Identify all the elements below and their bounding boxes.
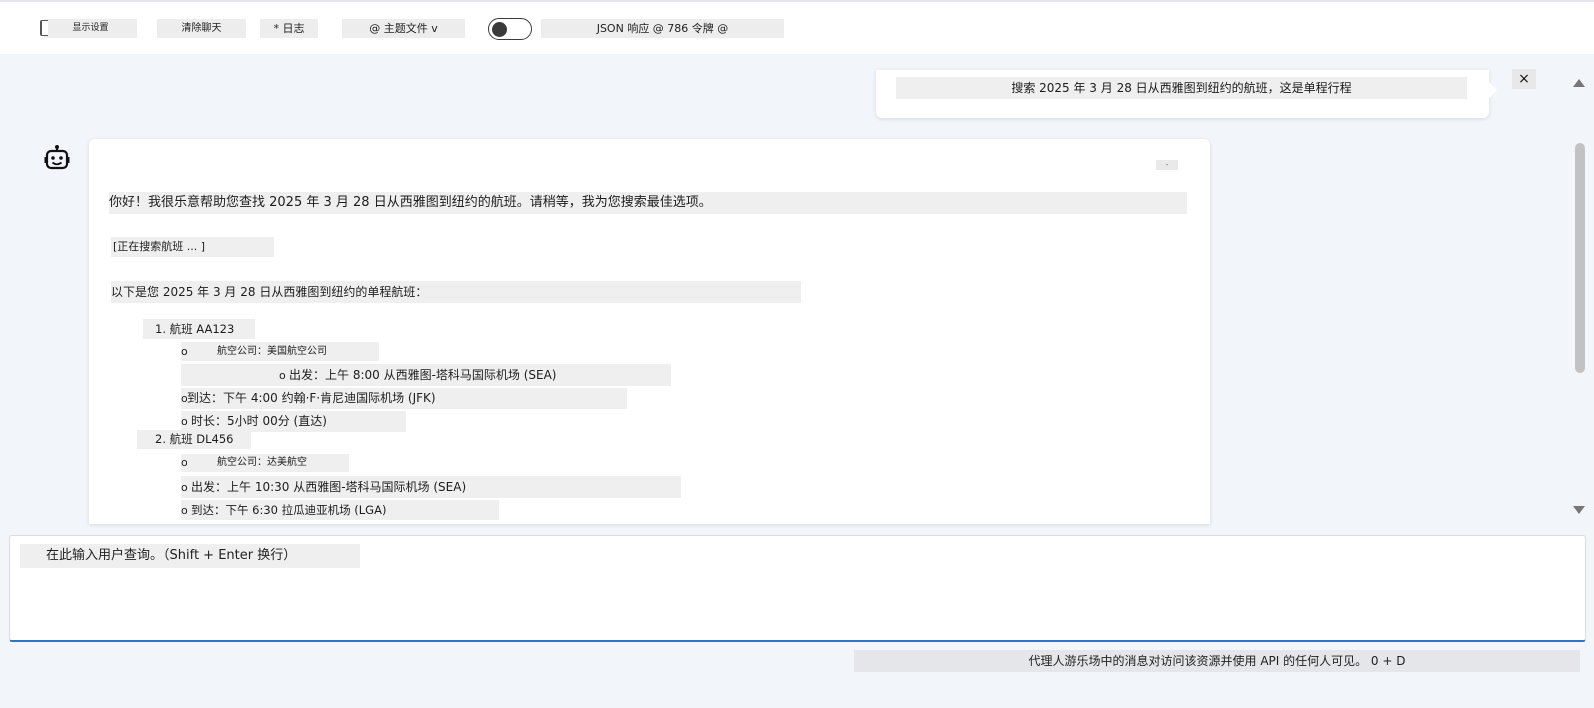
clear-chat-label: 清除聊天 bbox=[181, 23, 222, 34]
flight-1-duration: o 时长：5小时 00分 (直达) bbox=[181, 411, 406, 432]
top-toolbar: 显示设置 清除聊天 * 日志 @ 主题文件 v JSON 响应 @ 786 令牌… bbox=[0, 0, 1594, 54]
bullet-icon: o bbox=[181, 481, 188, 494]
flight-2-airline: o 航空公司：达美航空 bbox=[181, 454, 349, 472]
log-button[interactable]: * 日志 bbox=[260, 19, 318, 38]
flight-1-airline-text: 航空公司：美国航空公司 bbox=[217, 346, 327, 357]
user-message-text: 搜索 2025 年 3 月 28 日从西雅图到纽约的航班，这是单程行程 bbox=[896, 77, 1467, 99]
flight-1-duration-text: 时长：5小时 00分 (直达) bbox=[191, 414, 327, 428]
flight-1-title: 1. 航班 AA123 bbox=[143, 319, 255, 339]
flight-1-departure-text: 出发：上午 8:00 从西雅图-塔科马国际机场 (SEA) bbox=[289, 368, 557, 382]
flight-2-departure: o 出发：上午 10:30 从西雅图-塔科马国际机场 (SEA) bbox=[181, 476, 681, 498]
flight-1-airline: o 航空公司：美国航空公司 bbox=[181, 342, 379, 361]
assistant-message-card: - 你好！我很乐意帮助您查找 2025 年 3 月 28 日从西雅图到纽约的航班… bbox=[89, 139, 1210, 524]
bullet-icon: o bbox=[279, 369, 286, 382]
clear-chat-button[interactable]: 清除聊天 bbox=[157, 19, 246, 38]
bullet-icon: o bbox=[181, 345, 187, 358]
flight-2-airline-text: 航空公司：达美航空 bbox=[217, 457, 307, 468]
checkbox-icon bbox=[40, 20, 48, 36]
close-button[interactable]: × bbox=[1512, 69, 1536, 89]
bot-icon bbox=[44, 145, 70, 173]
json-response-text: JSON 响应 @ 786 令牌 @ bbox=[596, 22, 729, 35]
scroll-down-arrow-icon[interactable] bbox=[1573, 506, 1585, 514]
flight-2-arrival-text: 到达：下午 6:30 拉瓜迪亚机场 (LGA) bbox=[191, 503, 387, 517]
copy-button[interactable]: - bbox=[1156, 160, 1178, 170]
results-intro: 以下是您 2025 年 3 月 28 日从西雅图到纽约的单程航班： bbox=[111, 281, 801, 303]
flight-2-title: 2. 航班 DL456 bbox=[137, 430, 251, 449]
flight-1-arrival-text: 到达：下午 4:00 约翰·F·肯尼迪国际机场 (JFK) bbox=[187, 391, 436, 405]
input-placeholder: 在此输入用户查询。（Shift + Enter 换行） bbox=[20, 544, 360, 568]
display-settings-button[interactable]: 显示设置 bbox=[40, 19, 137, 38]
assistant-greeting: 你好！我很乐意帮助您查找 2025 年 3 月 28 日从西雅图到纽约的航班。请… bbox=[109, 192, 1187, 214]
bullet-icon: o bbox=[181, 456, 187, 469]
display-settings-label: 显示设置 bbox=[72, 23, 109, 33]
flight-1-departure: o 出发：上午 8:00 从西雅图-塔科马国际机场 (SEA) bbox=[181, 364, 671, 386]
flight-2-arrival: o 到达：下午 6:30 拉瓜迪亚机场 (LGA) bbox=[181, 500, 499, 520]
user-query-input[interactable]: 在此输入用户查询。（Shift + Enter 换行） bbox=[9, 535, 1586, 642]
theme-file-dropdown[interactable]: @ 主题文件 v bbox=[342, 19, 465, 38]
theme-file-label: @ 主题文件 v bbox=[369, 22, 438, 35]
toggle-knob bbox=[492, 21, 507, 37]
flight-1-arrival: o到达：下午 4:00 约翰·F·肯尼迪国际机场 (JFK) bbox=[181, 388, 627, 409]
visibility-notice: 代理人游乐场中的消息对访问该资源并使用 API 的任何人可见。 0 + D bbox=[854, 650, 1580, 672]
json-toggle[interactable] bbox=[488, 18, 532, 40]
bullet-icon: o bbox=[181, 504, 188, 517]
user-message-bubble: 搜索 2025 年 3 月 28 日从西雅图到纽约的航班，这是单程行程 bbox=[876, 70, 1497, 118]
scrollbar-thumb[interactable] bbox=[1575, 143, 1585, 373]
scroll-up-arrow-icon[interactable] bbox=[1573, 79, 1585, 87]
bullet-icon: o bbox=[181, 415, 188, 428]
flight-2-departure-text: 出发：上午 10:30 从西雅图-塔科马国际机场 (SEA) bbox=[191, 480, 467, 494]
json-response-label: JSON 响应 @ 786 令牌 @ bbox=[541, 19, 784, 38]
log-label: * 日志 bbox=[273, 22, 305, 35]
searching-status: [正在搜索航班 ... ] bbox=[111, 237, 274, 257]
